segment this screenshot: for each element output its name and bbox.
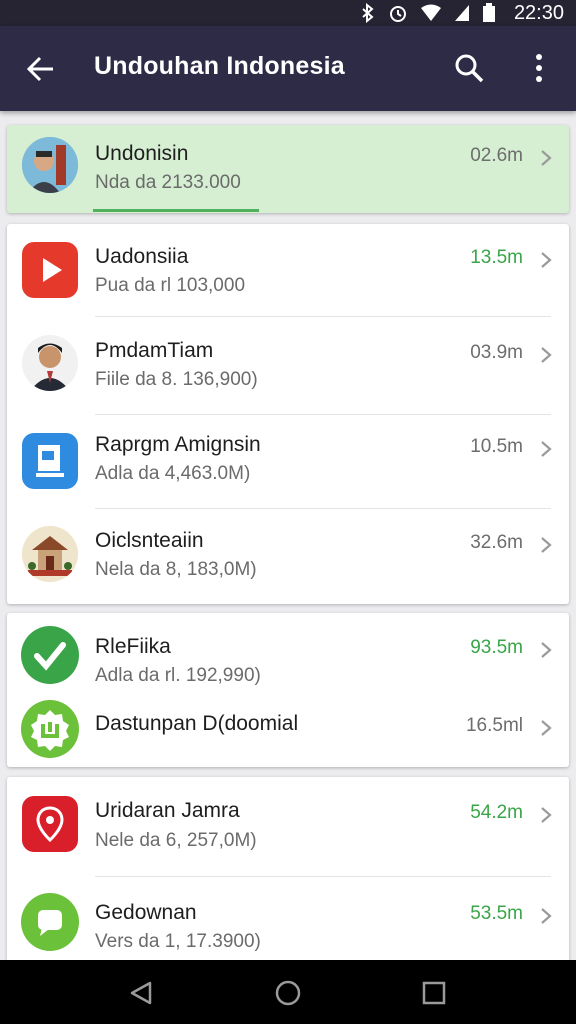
chevron-right-icon (539, 440, 553, 458)
chevron-right-icon (539, 641, 553, 659)
person-photo-icon (22, 335, 78, 391)
item-size: 53.5m (470, 903, 523, 924)
chevron-right-icon (539, 907, 553, 925)
battery-icon (482, 3, 496, 23)
chevron-right-icon (539, 251, 553, 269)
list-item[interactable]: Undonisin Nda da 2133.000 02.6m (7, 125, 569, 213)
item-name: Dastunpan D(doomial (95, 712, 299, 735)
list-item[interactable]: Uadonsiia Pua da rl 103,000 13.5m (7, 224, 569, 316)
item-name: Gedownan (95, 901, 197, 924)
item-name: Raprgm Amignsin (95, 433, 261, 456)
youtube-play-icon (22, 242, 78, 298)
chevron-right-icon (539, 346, 553, 364)
item-size: 13.5m (470, 247, 523, 268)
signal-icon (454, 4, 470, 22)
list-item[interactable]: Uridaran Jamra Nele da 6, 257,0M) 54.2m (7, 777, 569, 875)
download-group-card: Uridaran Jamra Nele da 6, 257,0M) 54.2m … (7, 777, 569, 967)
download-progress-bar (93, 209, 259, 212)
back-arrow-icon[interactable] (26, 54, 56, 84)
list-item[interactable]: PmdamTiam Fiile da 8. 136,900) 03.9m (7, 317, 569, 414)
item-subtitle: Pua da rl 103,000 (95, 275, 246, 296)
list-item[interactable]: RleFiika Adla da rl. 192,990) 93.5m (7, 613, 569, 691)
chevron-right-icon (539, 719, 553, 737)
download-group-card: RleFiika Adla da rl. 192,990) 93.5m Dast… (7, 613, 569, 767)
nav-back-icon[interactable] (128, 980, 154, 1006)
item-name: RleFiika (95, 635, 171, 658)
navigation-bar (0, 960, 576, 1024)
list-item[interactable]: Dastunpan D(doomial 16.5ml (7, 691, 569, 767)
item-size: 03.9m (470, 342, 523, 363)
item-size: 54.2m (470, 802, 523, 823)
item-name: Uridaran Jamra (95, 799, 240, 822)
chevron-right-icon (539, 149, 553, 167)
list-item[interactable]: Oiclsnteaiin Nela da 8, 183,0M) 32.6m (7, 509, 569, 604)
item-size: 02.6m (470, 145, 523, 166)
badge-app-icon (21, 700, 79, 758)
item-subtitle: Nela da 8, 183,0M) (95, 559, 257, 580)
list-item[interactable]: Raprgm Amignsin Adla da 4,463.0M) 10.5m (7, 415, 569, 508)
item-size: 10.5m (470, 436, 523, 457)
active-download-card[interactable]: Undonisin Nda da 2133.000 02.6m (7, 125, 569, 213)
item-name: Uadonsiia (95, 245, 189, 268)
chevron-right-icon (539, 806, 553, 824)
wifi-icon (420, 4, 442, 22)
item-subtitle: Nele da 6, 257,0M) (95, 830, 257, 851)
item-size: 32.6m (470, 532, 523, 553)
item-subtitle: Adla da 4,463.0M) (95, 463, 251, 484)
item-size: 16.5ml (465, 715, 523, 736)
item-name: Oiclsnteaiin (95, 529, 204, 552)
nav-recents-icon[interactable] (422, 981, 446, 1005)
page-title: Undouhan Indonesia (94, 52, 345, 80)
alarm-icon (388, 3, 408, 23)
status-time: 22:30 (513, 1, 564, 24)
bluetooth-icon (360, 3, 376, 23)
list-item[interactable]: Gedownan Vers da 1, 17.3900) 53.5m (7, 877, 569, 967)
chat-bubble-app-icon (21, 893, 79, 951)
item-subtitle: Fiile da 8. 136,900) (95, 369, 258, 390)
item-subtitle: Vers da 1, 17.3900) (95, 931, 261, 952)
document-app-icon (22, 433, 78, 489)
item-subtitle: Nda da 2133.000 (95, 172, 241, 193)
download-group-card: Uadonsiia Pua da rl 103,000 13.5m PmdamT… (7, 224, 569, 604)
nav-home-icon[interactable] (275, 980, 301, 1006)
item-size: 93.5m (470, 637, 523, 658)
item-name: PmdamTiam (95, 339, 214, 362)
search-icon[interactable] (454, 53, 484, 83)
status-bar: 22:30 (0, 0, 576, 26)
more-vert-icon[interactable] (530, 52, 548, 84)
app-bar: Undouhan Indonesia (0, 26, 576, 111)
chevron-right-icon (539, 536, 553, 554)
avatar-photo-icon (22, 137, 78, 193)
location-pin-app-icon (22, 796, 78, 852)
item-name: Undonisin (95, 142, 189, 165)
checkmark-app-icon (21, 626, 79, 684)
temple-illustration-icon (22, 526, 78, 582)
item-subtitle: Adla da rl. 192,990) (95, 665, 261, 686)
